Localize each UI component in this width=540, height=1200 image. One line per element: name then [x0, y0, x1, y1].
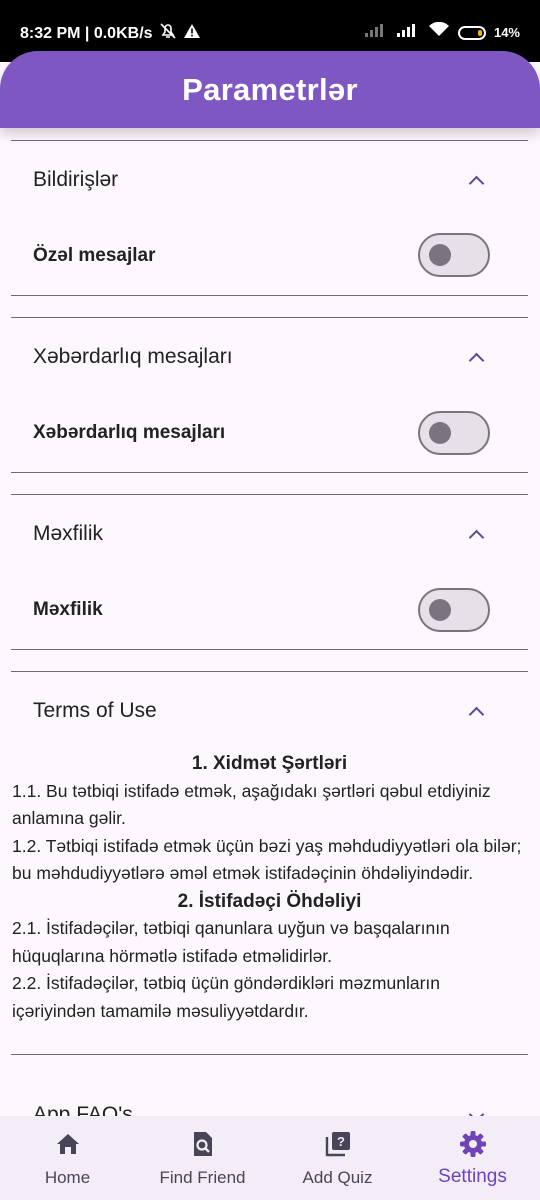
- toggle-knob: [429, 599, 451, 621]
- chevron-up-icon[interactable]: [469, 351, 481, 363]
- privacy-label: Məxfilik: [33, 599, 103, 620]
- terms-heading: 2. İstifadəçi Öhdəliyi: [177, 890, 362, 912]
- nav-item-find-friend[interactable]: Find Friend: [135, 1116, 270, 1200]
- terms-heading: 1. Xidmət Şərtləri: [191, 753, 348, 774]
- divider: [11, 140, 528, 141]
- section-header-notifications[interactable]: Bildirişlər: [33, 168, 118, 192]
- chevron-up-icon[interactable]: [469, 705, 481, 717]
- section-header-warning-messages[interactable]: Xəbərdarlıq mesajları: [33, 345, 233, 369]
- svg-text:?: ?: [337, 1134, 345, 1149]
- battery-icon: [457, 25, 486, 40]
- chevron-up-icon[interactable]: [469, 528, 481, 540]
- settings-list[interactable]: Bildirişlər Özəl mesajlar Xəbərdarlıq me…: [0, 128, 540, 1116]
- nav-item-settings[interactable]: Settings: [405, 1116, 540, 1200]
- app-bar: Parametrlər: [0, 51, 540, 128]
- divider: [11, 494, 528, 495]
- settings-icon: [459, 1130, 487, 1158]
- privacy-toggle[interactable]: [418, 588, 490, 632]
- terms-paragraph: 2.2. İstifadəçilər, tətbiq üçün göndərdi…: [12, 973, 441, 1021]
- terms-paragraph: 2.1. İstifadəçilər, tətbiqi qanunlara uy…: [12, 918, 450, 966]
- private-messages-toggle[interactable]: [418, 233, 490, 277]
- nav-item-add-quiz[interactable]: ? Add Quiz: [270, 1116, 405, 1200]
- warning-icon: [183, 23, 201, 44]
- terms-text: 1. Xidmət Şərtləri 1.1. Bu tətbiqi istif…: [12, 750, 527, 1025]
- terms-paragraph: 1.2. Tətbiqi istifadə etmək üçün bəzi ya…: [12, 835, 522, 884]
- divider: [11, 295, 528, 296]
- page-title: Parametrlər: [182, 71, 358, 107]
- nav-label: Find Friend: [159, 1168, 246, 1187]
- warning-messages-label: Xəbərdarlıq mesajları: [33, 422, 226, 443]
- chevron-up-icon[interactable]: [469, 174, 481, 186]
- status-time: 8:32 PM | 0.0KB/s: [20, 24, 153, 42]
- find-friend-icon: [189, 1130, 217, 1158]
- home-icon: [54, 1130, 82, 1158]
- toggle-knob: [429, 422, 451, 444]
- wifi-icon: [428, 21, 450, 43]
- divider: [11, 671, 528, 672]
- section-header-faq[interactable]: App FAQ's: [33, 1103, 133, 1116]
- divider: [11, 649, 528, 650]
- nav-label: Home: [44, 1168, 91, 1187]
- signal-icon: [364, 22, 388, 43]
- mute-icon: [159, 22, 177, 45]
- section-header-privacy[interactable]: Məxfilik: [33, 522, 103, 546]
- bottom-navigation: Home Find Friend ? Add Quiz Settings: [0, 1116, 540, 1200]
- terms-paragraph: 1.1. Bu tətbiqi istifadə etmək, aşağıdak…: [12, 780, 491, 829]
- toggle-knob: [429, 244, 451, 266]
- nav-label: Add Quiz: [302, 1168, 373, 1187]
- battery-level: 14%: [493, 25, 520, 40]
- nav-item-home[interactable]: Home: [0, 1116, 135, 1200]
- divider: [11, 317, 528, 318]
- divider: [11, 472, 528, 473]
- private-messages-label: Özəl mesajlar: [33, 245, 156, 266]
- signal-icon: [396, 22, 420, 43]
- section-header-terms[interactable]: Terms of Use: [33, 699, 157, 723]
- warning-messages-toggle[interactable]: [418, 411, 490, 455]
- nav-label: Settings: [438, 1166, 507, 1187]
- divider: [11, 1054, 528, 1055]
- add-quiz-icon: ?: [324, 1130, 352, 1158]
